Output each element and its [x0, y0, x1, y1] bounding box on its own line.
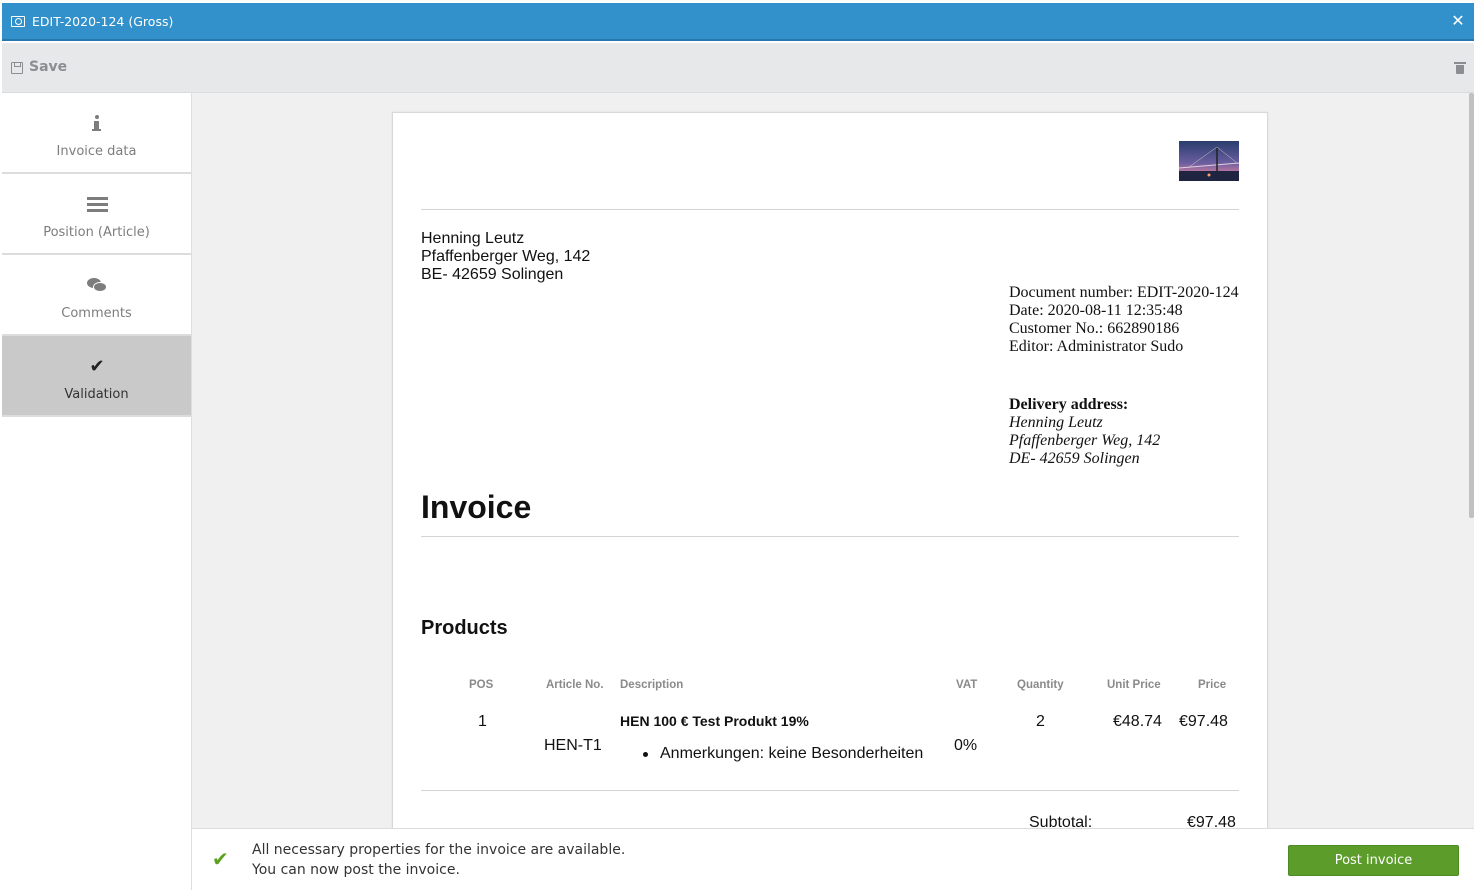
sidebar-item-label: Invoice data: [56, 144, 137, 159]
sidebar: Invoice data Position (Article) Comments…: [2, 93, 192, 890]
customer-address-line: BE- 42659 Solingen: [421, 266, 564, 283]
post-invoice-button[interactable]: Post invoice: [1288, 845, 1459, 876]
delivery-address-line: Pfaffenberger Weg, 142: [1009, 432, 1161, 449]
scrollbar[interactable]: [1469, 93, 1474, 518]
row-product-title: HEN 100 € Test Produkt 19%: [620, 713, 809, 729]
invoice-preview-area[interactable]: Henning Leutz Pfaffenberger Weg, 142 BE-…: [192, 93, 1474, 890]
customer-number: Customer No.: 662890186: [1009, 320, 1180, 337]
row-unit-price: €48.74: [1113, 713, 1162, 730]
sidebar-item-invoice-data[interactable]: Invoice data: [2, 93, 191, 174]
validation-message: You can now post the invoice.: [252, 862, 460, 878]
info-icon: [87, 115, 107, 133]
close-icon[interactable]: ✕: [1450, 11, 1466, 31]
invoice-document: Henning Leutz Pfaffenberger Weg, 142 BE-…: [392, 112, 1268, 872]
delivery-address-line: Henning Leutz: [1009, 414, 1103, 431]
sidebar-item-comments[interactable]: Comments: [2, 255, 191, 336]
row-article-no: HEN-T1: [544, 737, 602, 754]
document-editor: Editor: Administrator Sudo: [1009, 338, 1184, 355]
divider: [421, 536, 1239, 537]
sidebar-item-label: Comments: [61, 306, 132, 321]
validation-message: All necessary properties for the invoice…: [252, 842, 626, 858]
document-meta: Document number: EDIT-2020-124 Date: 202…: [1009, 284, 1239, 356]
table-header-pos: POS: [469, 679, 494, 691]
window-title: EDIT-2020-124 (Gross): [32, 14, 174, 29]
row-vat: 0%: [954, 737, 978, 754]
window-titlebar: EDIT-2020-124 (Gross) ✕: [2, 3, 1474, 41]
delivery-address-heading: Delivery address:: [1009, 396, 1129, 413]
row-product-note: Anmerkungen: keine Besonderheiten: [660, 745, 924, 762]
row-pos: 1: [478, 713, 487, 730]
customer-address-line: Henning Leutz: [421, 230, 525, 247]
document-date: Date: 2020-08-11 12:35:48: [1009, 302, 1183, 319]
divider: [421, 790, 1239, 791]
table-header-description: Description: [620, 679, 684, 691]
validation-footer: ✔ All necessary properties for the invoi…: [192, 828, 1474, 890]
save-label: Save: [29, 59, 68, 75]
toolbar: Save: [2, 43, 1474, 93]
floppy-disk-icon: [11, 62, 23, 74]
table-header-article-no: Article No.: [546, 679, 604, 691]
sidebar-item-validation[interactable]: ✔ Validation: [2, 336, 191, 417]
delivery-address-line: DE- 42659 Solingen: [1009, 450, 1140, 467]
check-icon: ✔: [89, 356, 105, 377]
customer-address-line: Pfaffenberger Weg, 142: [421, 248, 591, 265]
sidebar-item-label: Validation: [64, 387, 129, 402]
sidebar-item-label: Position (Article): [43, 225, 150, 240]
bullet-point: [643, 752, 648, 757]
row-quantity: 2: [1036, 713, 1045, 730]
money-icon: [11, 16, 25, 27]
document-number: Document number: EDIT-2020-124: [1009, 284, 1239, 301]
comments-icon: [87, 277, 107, 295]
company-logo-image: [1179, 141, 1239, 181]
delivery-address: Delivery address: Henning Leutz Pfaffenb…: [1009, 396, 1160, 468]
trash-icon[interactable]: [1454, 62, 1466, 74]
list-icon: [87, 196, 108, 214]
table-header-price: Price: [1198, 679, 1227, 691]
invoice-edit-window: EDIT-2020-124 (Gross) ✕ Save Invoice dat…: [2, 3, 1474, 890]
table-header-quantity: Quantity: [1017, 679, 1064, 691]
success-check-icon: ✔: [212, 847, 229, 871]
table-header-unit-price: Unit Price: [1107, 679, 1161, 691]
table-header-vat: VAT: [956, 679, 978, 691]
divider: [421, 209, 1239, 210]
invoice-heading: Invoice: [421, 489, 532, 525]
products-heading: Products: [421, 617, 508, 639]
row-price: €97.48: [1179, 713, 1228, 730]
customer-address: Henning Leutz Pfaffenberger Weg, 142 BE-…: [421, 230, 590, 284]
sidebar-item-position-article[interactable]: Position (Article): [2, 174, 191, 255]
